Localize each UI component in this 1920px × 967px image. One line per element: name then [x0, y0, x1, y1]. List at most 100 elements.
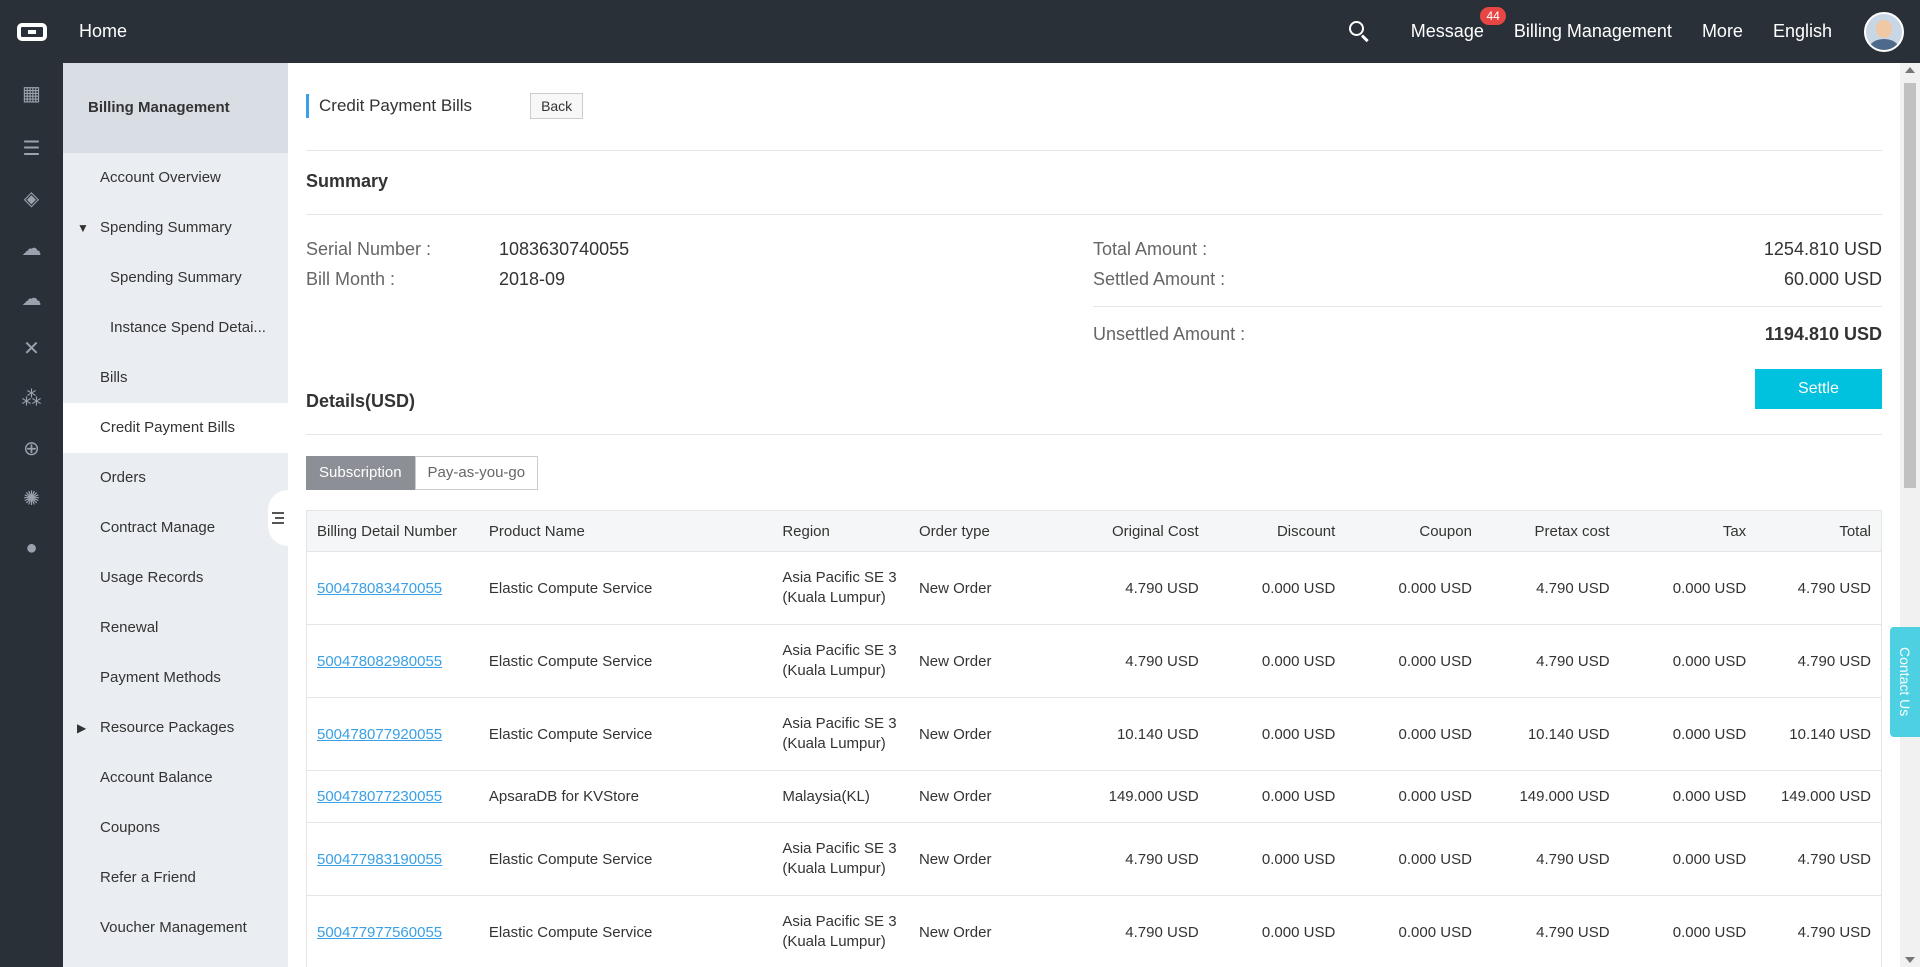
sidebar-item-coupons[interactable]: Coupons [63, 803, 288, 853]
total: 4.790 USD [1797, 652, 1872, 670]
product-name: Elastic Compute Service [488, 579, 653, 597]
settle-button[interactable]: Settle [1755, 369, 1882, 409]
coupon: 0.000 USD [1398, 850, 1472, 868]
circle-icon[interactable]: ● [0, 523, 63, 573]
divider [306, 150, 1882, 151]
column-header: Billing Detail Number [317, 522, 458, 540]
total: 4.790 USD [1797, 850, 1872, 868]
cloud-icon[interactable]: ☁ [0, 223, 63, 273]
column-header: Region [782, 522, 830, 540]
column-header: Tax [1722, 522, 1747, 540]
order-type: New Order [918, 923, 992, 941]
sidebar-item-credit-payment-bills[interactable]: Credit Payment Bills [63, 403, 288, 453]
contact-us-button[interactable]: Contact Us [1890, 627, 1920, 737]
sidebar-collapse-icon[interactable] [268, 490, 288, 546]
sidebar-item-voucher-management[interactable]: Voucher Management [63, 903, 288, 953]
chip-icon[interactable]: ◈ [0, 173, 63, 223]
product-name: Elastic Compute Service [488, 725, 653, 743]
discount: 0.000 USD [1261, 850, 1336, 868]
scroll-down-icon[interactable] [1905, 957, 1915, 963]
tax: 0.000 USD [1672, 725, 1747, 743]
tab-subscription[interactable]: Subscription [306, 456, 415, 490]
original-cost: 149.000 USD [1108, 788, 1199, 805]
sidebar-item-usage-records[interactable]: Usage Records [63, 553, 288, 603]
tax: 0.000 USD [1672, 788, 1747, 805]
bill-month-value: 2018-09 [499, 269, 566, 289]
pretax-cost: 4.790 USD [1536, 923, 1610, 941]
home-link[interactable]: Home [79, 21, 127, 42]
back-button[interactable]: Back [530, 93, 584, 119]
sidebar-item-bills[interactable]: Bills [63, 353, 288, 403]
sidebar-item-account-overview[interactable]: Account Overview [63, 153, 288, 203]
billing-management-link[interactable]: Billing Management [1514, 21, 1672, 42]
cluster-icon[interactable]: ⁂ [0, 373, 63, 423]
search-icon[interactable] [1348, 20, 1371, 43]
sidebar-item-refer-a-friend[interactable]: Refer a Friend [63, 853, 288, 903]
order-type: New Order [918, 850, 992, 868]
summary-heading: Summary [306, 171, 389, 191]
billing-detail-link[interactable]: 500478082980055 [317, 653, 442, 670]
total-amount-label: Total Amount : [1093, 239, 1208, 259]
table-row: 500478077230055 ApsaraDB for KVStore Mal… [307, 771, 1881, 823]
total: 4.790 USD [1797, 579, 1872, 597]
table-row: 500478082980055 Elastic Compute Service … [307, 625, 1881, 698]
scroll-thumb[interactable] [1904, 83, 1916, 488]
original-cost: 4.790 USD [1125, 652, 1199, 670]
billing-type-tabs: Subscription Pay-as-you-go [306, 456, 539, 490]
server-icon[interactable]: ☰ [0, 123, 63, 173]
logo-icon[interactable] [0, 0, 63, 63]
billing-detail-link[interactable]: 500478083470055 [317, 580, 442, 597]
sidebar-item-account-balance[interactable]: Account Balance [63, 753, 288, 803]
sidebar-item-spending-summary-sub[interactable]: Spending Summary [63, 253, 288, 303]
more-menu[interactable]: More [1702, 21, 1743, 42]
sidebar-item-resource-packages[interactable]: ▶ Resource Packages [63, 703, 288, 753]
total-amount-value: 1254.810 USD [1763, 239, 1882, 259]
billing-detail-link[interactable]: 500478077230055 [317, 788, 442, 805]
scrollbar[interactable] [1900, 63, 1920, 967]
globe-icon[interactable]: ⊕ [0, 423, 63, 473]
bug-icon[interactable]: ✺ [0, 473, 63, 523]
product-icon-bar: ▦ ☰ ◈ ☁ ☁ ✕ ⁂ ⊕ ✺ ● [0, 63, 63, 967]
cloud-upload-icon[interactable]: ☁ [0, 273, 63, 323]
main-content: Credit Payment Bills Back Summary Serial… [288, 63, 1900, 967]
original-cost: 10.140 USD [1116, 725, 1199, 743]
avatar[interactable] [1864, 11, 1904, 52]
total: 149.000 USD [1780, 788, 1872, 805]
tab-pay-as-you-go[interactable]: Pay-as-you-go [414, 456, 539, 490]
region: Asia Pacific SE 3 (Kuala Lumpur) [782, 642, 897, 679]
bill-month-label: Bill Month : [306, 269, 396, 289]
coupon: 0.000 USD [1398, 579, 1472, 597]
table-row: 500478077920055 Elastic Compute Service … [307, 698, 1881, 771]
serial-number-value: 1083630740055 [499, 239, 630, 259]
billing-detail-link[interactable]: 500477977560055 [317, 924, 442, 941]
product-name: Elastic Compute Service [488, 652, 653, 670]
billing-detail-link[interactable]: 500477983190055 [317, 851, 442, 868]
region: Malaysia(KL) [782, 787, 870, 805]
product-name: Elastic Compute Service [488, 923, 653, 941]
column-header: Product Name [488, 522, 585, 540]
table-row: 500477977560055 Elastic Compute Service … [307, 896, 1881, 967]
sidebar-item-instance-spend[interactable]: Instance Spend Detai... [63, 303, 288, 353]
scroll-up-icon[interactable] [1905, 67, 1915, 73]
table-header: Billing Detail Number Product Name Regio… [307, 511, 1881, 552]
language-selector[interactable]: English [1773, 21, 1832, 42]
caret-right-icon: ▶ [77, 721, 87, 735]
sidebar-item-contract-manage[interactable]: Contract Manage [63, 503, 288, 553]
sidebar-item-payment-methods[interactable]: Payment Methods [63, 653, 288, 703]
discount: 0.000 USD [1261, 725, 1336, 743]
discount: 0.000 USD [1261, 923, 1336, 941]
grid-icon[interactable]: ▦ [0, 63, 63, 123]
serial-number-label: Serial Number : [306, 239, 432, 259]
sidebar-item-renewal[interactable]: Renewal [63, 603, 288, 653]
column-header: Original Cost [1111, 522, 1199, 540]
sidebar-item-spending-summary[interactable]: ▼ Spending Summary [63, 203, 288, 253]
message-label: Message [1410, 21, 1484, 41]
network-icon[interactable]: ✕ [0, 323, 63, 373]
discount: 0.000 USD [1261, 579, 1336, 597]
message-link[interactable]: Message 44 [1410, 7, 1506, 42]
sidebar-item-orders[interactable]: Orders [63, 453, 288, 503]
order-type: New Order [918, 788, 992, 805]
billing-detail-link[interactable]: 500478077920055 [317, 726, 442, 743]
discount: 0.000 USD [1261, 788, 1336, 805]
page-title: Credit Payment Bills [306, 94, 472, 118]
